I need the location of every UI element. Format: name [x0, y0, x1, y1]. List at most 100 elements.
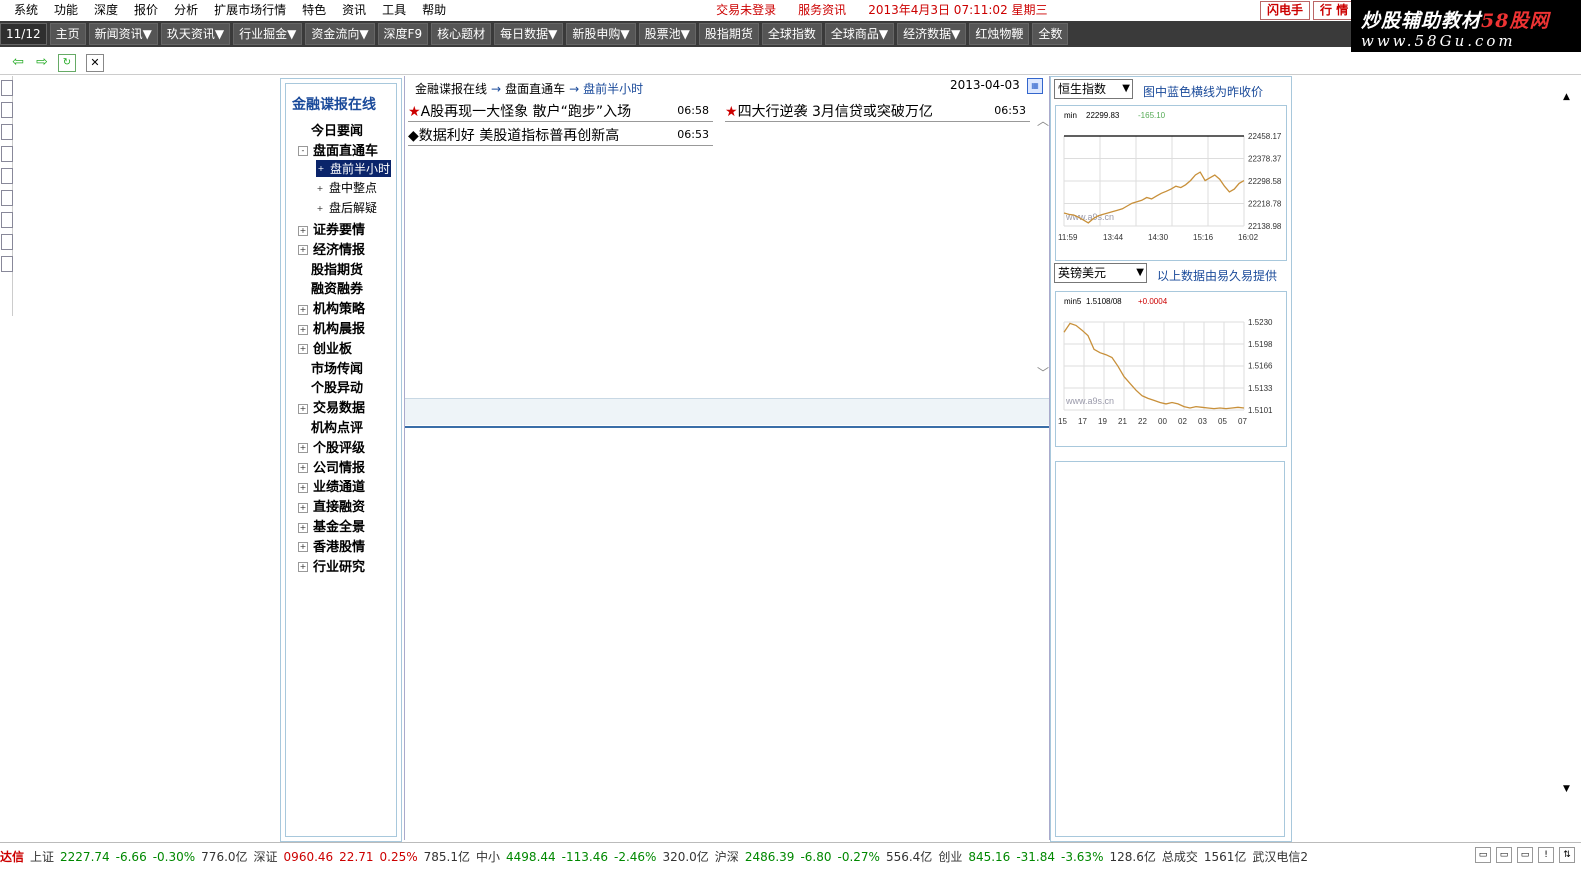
toolbar-button[interactable]: 新闻资讯▼	[88, 23, 158, 45]
tree-item[interactable]: + 个股评级	[298, 437, 365, 456]
strip-icon[interactable]	[1, 168, 13, 184]
currency-select[interactable]: 英镑美元 ▼	[1054, 263, 1147, 283]
tree-item[interactable]: + 机构晨报	[298, 318, 365, 337]
collapse-icon[interactable]: -	[298, 146, 308, 157]
toolbar-button[interactable]: 经济数据▼	[897, 23, 967, 45]
menu-item[interactable]: 功能	[46, 0, 86, 20]
toolbar-button[interactable]: 深度F9	[377, 23, 429, 45]
tree-item[interactable]: + 证券要情	[298, 219, 365, 238]
vertical-scrollbar[interactable]: ▲ ▼	[1557, 76, 1581, 840]
toolbar-button[interactable]: 核心题材	[431, 23, 492, 45]
expand-icon[interactable]: +	[298, 324, 308, 335]
calendar-icon[interactable]: ▦	[1027, 78, 1043, 94]
tree-subitem[interactable]: + 盘中整点	[316, 179, 377, 196]
tree-item[interactable]: + 交易数据	[298, 397, 365, 416]
tree-item[interactable]: + 行业研究	[298, 556, 365, 575]
forward-arrow-icon[interactable]: ⇨	[34, 54, 50, 70]
tree-item[interactable]: + 创业板	[298, 338, 352, 357]
menu-item[interactable]: 报价	[126, 0, 166, 20]
expand-icon[interactable]: +	[298, 542, 308, 553]
expand-icon[interactable]: +	[298, 443, 308, 454]
expand-icon[interactable]: +	[298, 344, 308, 355]
toolbar-button[interactable]: 股指期货	[698, 23, 759, 45]
tree-item[interactable]: 股指期货	[298, 259, 363, 278]
tree-item[interactable]: 机构点评	[298, 417, 363, 436]
panel-splitter[interactable]	[405, 398, 1049, 425]
news-title[interactable]: A股再现一大怪象 散户“跑步”入场	[421, 104, 632, 120]
window-icon[interactable]: ▭	[1475, 847, 1491, 863]
tree-item[interactable]: + 基金全景	[298, 516, 365, 535]
tree-item[interactable]: + 业绩通道	[298, 476, 365, 495]
strip-icon[interactable]	[1, 124, 13, 140]
expand-icon[interactable]: +	[298, 522, 308, 533]
scroll-down-arrow-icon[interactable]: ▼	[1563, 784, 1570, 794]
toolbar-button[interactable]: 新股申购▼	[566, 23, 636, 45]
tree-item[interactable]: - 盘面直通车	[298, 140, 378, 159]
tree-item[interactable]: + 直接融资	[298, 496, 365, 515]
news-item[interactable]: ★A股再现一大怪象 散户“跑步”入场 06:58	[408, 101, 713, 122]
toolbar-button[interactable]: 玖天资讯▼	[160, 23, 231, 45]
toolbar-button[interactable]: 全数	[1032, 23, 1069, 45]
expand-icon[interactable]: +	[298, 225, 308, 236]
tree-subitem[interactable]: + 盘后解疑	[316, 199, 377, 216]
news-title[interactable]: 四大行逆袭 3月信贷或突破万亿	[738, 104, 933, 120]
index-select[interactable]: 恒生指数 ▼	[1054, 79, 1133, 99]
tree-item[interactable]: + 经济情报	[298, 239, 365, 258]
window-icon[interactable]: ▭	[1517, 847, 1533, 863]
toolbar-button[interactable]: 每日数据▼	[494, 23, 564, 45]
expand-icon[interactable]: +	[298, 463, 308, 474]
toolbar-button[interactable]: 股票池▼	[638, 23, 696, 45]
tree-item[interactable]: + 香港股情	[298, 536, 365, 555]
quote-button[interactable]: 行 情	[1313, 1, 1356, 20]
breadcrumb-section[interactable]: 盘面直通车	[505, 82, 565, 96]
expand-icon[interactable]: +	[298, 304, 308, 315]
tree-item[interactable]: 融资融券	[298, 278, 363, 297]
expand-icon[interactable]: +	[298, 562, 308, 573]
strip-icon[interactable]	[1, 234, 13, 250]
close-icon[interactable]: ✕	[86, 54, 104, 72]
toolbar-button[interactable]: 行业掘金▼	[233, 23, 303, 45]
menu-item[interactable]: 系统	[0, 0, 46, 20]
strip-icon[interactable]	[1, 146, 13, 162]
menu-item[interactable]: 扩展市场行情	[206, 0, 294, 20]
strip-icon[interactable]	[1, 80, 13, 96]
expand-icon[interactable]: +	[298, 245, 308, 256]
tree-item[interactable]: 今日要闻	[298, 120, 363, 139]
news-item[interactable]: ◆数据利好 美股道指标普再创新高 06:53	[408, 125, 713, 146]
strip-icon[interactable]	[1, 102, 13, 118]
tree-item[interactable]: + 机构策略	[298, 298, 365, 317]
menu-item[interactable]: 资讯	[334, 0, 374, 20]
toolbar-button[interactable]: 红烛物鞭	[969, 23, 1030, 45]
scroll-down-chevron-icon[interactable]: ﹀	[1037, 364, 1049, 381]
expand-icon[interactable]: +	[298, 403, 308, 414]
news-title[interactable]: 数据利好 美股道指标普再创新高	[419, 128, 619, 144]
tree-item[interactable]: + 公司情报	[298, 457, 365, 476]
tree-item[interactable]: 个股异动	[298, 377, 363, 396]
flash-trade-button[interactable]: 闪电手	[1260, 1, 1311, 20]
news-item[interactable]: ★四大行逆袭 3月信贷或突破万亿 06:53	[725, 101, 1030, 122]
up-down-icon[interactable]: ⇅	[1559, 847, 1575, 863]
menu-item[interactable]: 特色	[294, 0, 334, 20]
toolbar-button[interactable]: 全球商品▼	[824, 23, 895, 45]
toolbar-button[interactable]: 全球指数	[761, 23, 822, 45]
service-link[interactable]: 服务资讯	[790, 0, 854, 20]
breadcrumb-root[interactable]: 金融谍报在线	[415, 82, 487, 96]
strip-icon[interactable]	[1, 190, 13, 206]
back-arrow-icon[interactable]: ⇦	[10, 54, 26, 70]
strip-icon[interactable]	[1, 256, 13, 272]
tree-item[interactable]: 市场传闻	[298, 358, 363, 377]
menu-item[interactable]: 帮助	[414, 0, 454, 20]
tree-subitem[interactable]: + 盘前半小时	[316, 159, 392, 177]
menu-item[interactable]: 工具	[374, 0, 414, 20]
strip-icon[interactable]	[1, 212, 13, 228]
toolbar-button[interactable]: 资金流向▼	[305, 23, 375, 45]
scroll-up-chevron-icon[interactable]: ︿	[1037, 112, 1049, 129]
alert-icon[interactable]: !	[1538, 847, 1554, 863]
menu-item[interactable]: 深度	[86, 0, 126, 20]
scroll-up-arrow-icon[interactable]: ▲	[1563, 92, 1570, 102]
expand-icon[interactable]: +	[298, 482, 308, 493]
toolbar-button[interactable]: 主页	[49, 23, 86, 45]
menu-item[interactable]: 分析	[166, 0, 206, 20]
refresh-icon[interactable]: ↻	[58, 54, 76, 72]
expand-icon[interactable]: +	[298, 502, 308, 513]
